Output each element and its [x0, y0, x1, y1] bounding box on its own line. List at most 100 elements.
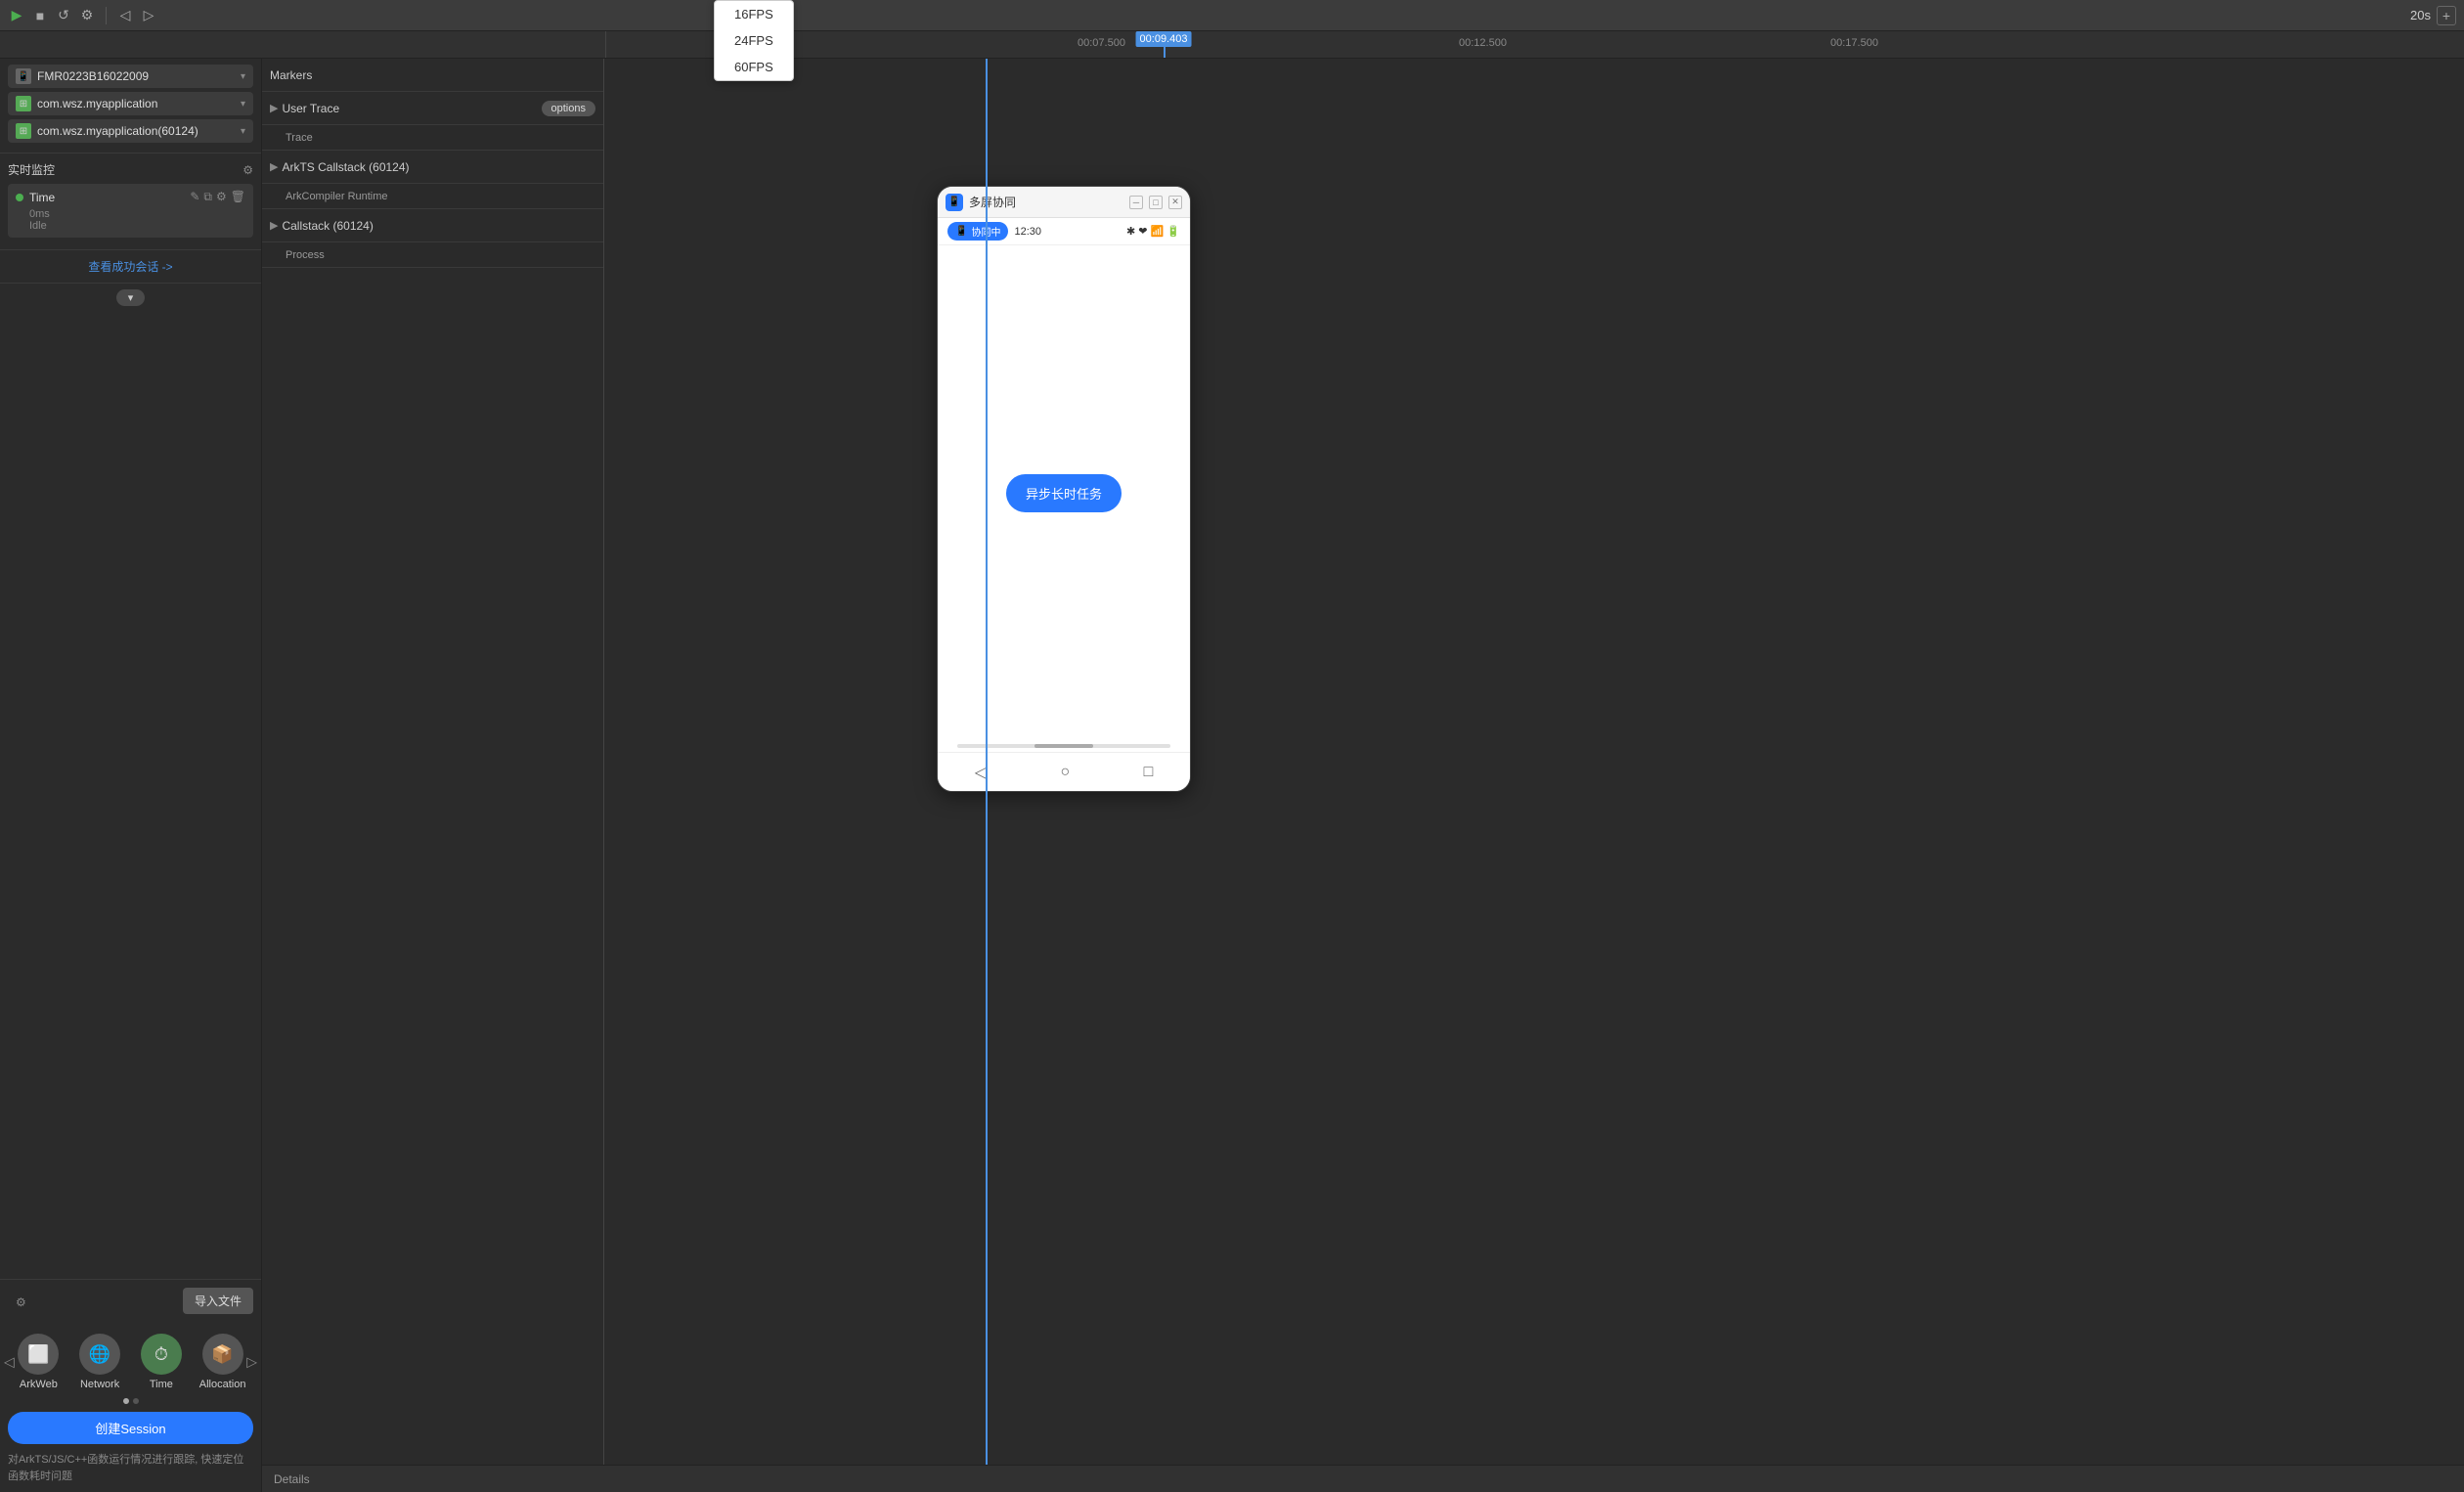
time-label: Time — [29, 191, 184, 204]
markers-track[interactable]: Markers — [262, 59, 603, 92]
arrow-left-icon[interactable]: ◁ — [4, 1354, 15, 1371]
user-trace-label: User Trace — [282, 102, 339, 115]
edit-icon[interactable]: ✎ — [190, 190, 199, 204]
dot-2 — [133, 1398, 139, 1404]
settings-gear-icon[interactable]: ⚙ — [16, 1295, 26, 1309]
nav-home-icon[interactable]: ○ — [1060, 764, 1070, 781]
network-item[interactable]: 🌐 Network — [72, 1334, 127, 1390]
chevron-down-icon: ▾ — [241, 71, 245, 82]
chevron-down-icon-2: ▾ — [241, 99, 245, 110]
arkweb-item[interactable]: ⬜ ArkWeb — [11, 1334, 66, 1390]
arkts-callstack-track[interactable]: ▶ ArkTS Callstack (60124) — [262, 151, 603, 184]
nav-recents-icon[interactable]: □ — [1144, 764, 1154, 781]
right-main: Markers ▶ User Trace options Trace ▶ Ark… — [262, 59, 2464, 1492]
left-sidebar: 📱 FMR0223B16022009 ▾ ⊞ com.wsz.myapplica… — [0, 59, 262, 1492]
back-button[interactable]: ◁ — [116, 7, 134, 24]
toolbar-separator — [106, 7, 107, 24]
time-display: 20s — [2410, 8, 2431, 22]
timeline-cursor: 00:09.403 — [1164, 31, 1166, 58]
arkts-expand-icon[interactable]: ▶ — [270, 160, 278, 173]
signal-icon: ✱ ❤ 📶 🔋 — [1126, 225, 1180, 238]
app1-name: com.wsz.myapplication — [37, 97, 241, 110]
time-label-icon: Time — [150, 1379, 173, 1390]
trace-sub: Trace — [262, 125, 603, 151]
time-entry-header: Time ✎ ⧉ ⚙ 🗑 — [16, 190, 245, 204]
user-trace-expand-icon[interactable]: ▶ — [270, 102, 278, 114]
phone-mockup: 📱 多屏协同 ─ □ ✕ 📱 协同中 12:30 — [937, 186, 1191, 792]
markers-label: Markers — [270, 68, 312, 82]
phone-titlebar: 📱 多屏协同 ─ □ ✕ — [938, 187, 1190, 218]
app2-row[interactable]: ⊞ com.wsz.myapplication(60124) ▾ — [8, 119, 253, 143]
monitor-section: 实时监控 ⚙ Time ✎ ⧉ ⚙ 🗑 0ms Idle — [0, 154, 261, 250]
time-actions: ✎ ⧉ ⚙ 🗑 — [190, 190, 245, 204]
device-id: FMR0223B16022009 — [37, 69, 241, 83]
trace-sub-label: Trace — [286, 132, 313, 144]
top-toolbar: ▶ ■ ↺ ⚙ ◁ ▷ 20s + 16FPS 24FPS 60FPS — [0, 0, 2464, 31]
time-icon: ⏱ — [141, 1334, 182, 1375]
vertical-cursor — [986, 59, 988, 1465]
dot-row — [8, 1398, 253, 1404]
arrow-right-icon[interactable]: ▷ — [246, 1354, 257, 1371]
time-status: Idle — [29, 220, 245, 232]
monitor-header: 实时监控 ⚙ — [8, 161, 253, 178]
phone-window-buttons: ─ □ ✕ — [1129, 196, 1182, 209]
callstack-track[interactable]: ▶ Callstack (60124) — [262, 209, 603, 242]
settings-button[interactable]: ⚙ — [78, 7, 96, 24]
phone-app-icon: 📱 — [946, 194, 963, 211]
app1-icon: ⊞ — [16, 96, 31, 111]
phone-time: 12:30 — [1014, 226, 1041, 238]
arkts-callstack-label: ArkTS Callstack (60124) — [282, 160, 409, 174]
arkweb-label: ArkWeb — [20, 1379, 58, 1390]
chat-link[interactable]: 查看成功会话 -> — [0, 250, 261, 284]
copy-icon[interactable]: ⧉ — [203, 190, 212, 204]
callstack-label: Callstack (60124) — [282, 219, 373, 233]
timeline-left-pad — [0, 31, 606, 58]
app1-row[interactable]: ⊞ com.wsz.myapplication ▾ — [8, 92, 253, 115]
fps-dropdown: 16FPS 24FPS 60FPS — [714, 0, 794, 81]
maximize-button[interactable]: □ — [1149, 196, 1163, 209]
add-button[interactable]: + — [2437, 6, 2456, 25]
dot-1 — [123, 1398, 129, 1404]
refresh-button[interactable]: ↺ — [55, 7, 72, 24]
create-session-button[interactable]: 创建Session — [8, 1412, 253, 1444]
close-button[interactable]: ✕ — [1168, 196, 1182, 209]
main-content: 📱 FMR0223B16022009 ▾ ⊞ com.wsz.myapplica… — [0, 59, 2464, 1492]
forward-button[interactable]: ▷ — [140, 7, 157, 24]
fps-16[interactable]: 16FPS — [715, 1, 793, 27]
user-trace-track[interactable]: ▶ User Trace options — [262, 92, 603, 125]
allocation-icon: 📦 — [202, 1334, 243, 1375]
timeline-ruler[interactable]: 00:09.403 00:02.500 00:07.500 00:12.500 … — [606, 31, 2464, 58]
allocation-item[interactable]: 📦 Allocation — [196, 1334, 250, 1390]
stop-button[interactable]: ■ — [31, 7, 49, 24]
device-selector: 📱 FMR0223B16022009 ▾ ⊞ com.wsz.myapplica… — [0, 59, 261, 154]
record-button[interactable]: ▶ — [8, 7, 25, 24]
fps-60[interactable]: 60FPS — [715, 54, 793, 80]
async-task-button[interactable]: 异步长时任务 — [1006, 474, 1122, 512]
details-label: Details — [274, 1472, 310, 1486]
dropdown-btn[interactable]: ▾ — [116, 289, 146, 306]
arkcompiler-sub-label: ArkCompiler Runtime — [286, 191, 388, 202]
dropdown-toggle: ▾ — [0, 284, 261, 312]
fps-24[interactable]: 24FPS — [715, 27, 793, 54]
monitor-gear-icon[interactable]: ⚙ — [242, 163, 253, 177]
description-text: 对ArkTS/JS/C++函数运行情况进行跟踪, 快速定位函数耗时问题 — [8, 1452, 253, 1484]
cursor-label: 00:09.403 — [1136, 31, 1192, 47]
import-button[interactable]: 导入文件 — [183, 1288, 253, 1314]
track-content: 📱 多屏协同 ─ □ ✕ 📱 协同中 12:30 — [604, 59, 2464, 1465]
icon-row: ◁ ⬜ ArkWeb 🌐 Network ⏱ Time 📦 Allocation — [8, 1326, 253, 1398]
network-icon: 🌐 — [79, 1334, 120, 1375]
app2-name: com.wsz.myapplication(60124) — [37, 124, 241, 138]
process-sub-label: Process — [286, 249, 325, 261]
gear-icon[interactable]: ⚙ — [216, 190, 227, 204]
phone-navbar: ◁ ○ □ — [938, 752, 1190, 791]
app2-icon: ⊞ — [16, 123, 31, 139]
options-button[interactable]: options — [542, 101, 595, 116]
time-item[interactable]: ⏱ Time — [134, 1334, 189, 1390]
delete-icon[interactable]: 🗑 — [231, 190, 245, 204]
time-entry: Time ✎ ⧉ ⚙ 🗑 0ms Idle — [8, 184, 253, 238]
tick-2: 00:07.500 — [1076, 31, 1125, 49]
tick-4: 00:17.500 — [1828, 31, 1878, 49]
device-id-row[interactable]: 📱 FMR0223B16022009 ▾ — [8, 65, 253, 88]
callstack-expand-icon[interactable]: ▶ — [270, 219, 278, 232]
minimize-button[interactable]: ─ — [1129, 196, 1143, 209]
